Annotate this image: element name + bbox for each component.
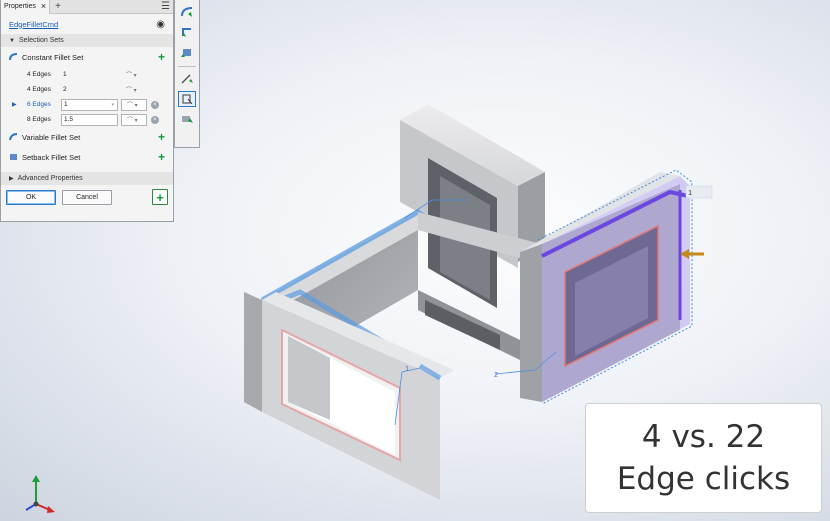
delete-row-icon[interactable]: × [151,115,159,124]
radius-input-value: 1 [64,101,68,108]
radius-input[interactable]: 1.5 [61,113,118,126]
view-triad-icon[interactable] [22,474,62,516]
setback-fillet-set[interactable]: Setback Fillet Set + [1,147,173,167]
front-block-side [244,292,262,412]
select-loop-icon[interactable] [178,91,196,107]
edge-set-row[interactable]: 4 Edges 2 ⌒ ▾ [1,82,173,97]
add-constant-set-button[interactable]: + [158,51,165,63]
setback-fillet-icon [10,154,17,160]
edge-count-label: 8 Edges [27,116,51,123]
advanced-properties-header[interactable]: ▶ Advanced Properties [1,172,173,185]
fillet-edge-icon[interactable] [178,4,196,20]
highlight-frame [542,176,690,402]
caption-line-2: Edge clicks [616,461,791,497]
close-icon[interactable]: × [41,2,46,11]
edge-set-row[interactable]: 4 Edges 1 ⌒ ▾ [1,67,173,82]
set-label: Constant Fillet Set [22,52,84,62]
radius-tag[interactable]: 1 [405,364,409,373]
radius-tag[interactable]: 2 [494,370,498,379]
add-tab-icon[interactable]: + [55,1,61,12]
radius-value[interactable]: 2 [61,84,118,96]
select-feature-icon[interactable] [178,111,196,127]
fillet-shape-dropdown[interactable]: ⌒ ▾ [121,69,147,81]
edge-count-label: 4 Edges [27,86,51,93]
add-setback-set-button[interactable]: + [158,151,165,163]
caption-card: 4 vs. 22 Edge clicks [585,403,822,513]
fillet-shape-dropdown[interactable]: ⌒ ▾ [121,84,147,96]
variable-fillet-icon [9,133,18,141]
command-row: EdgeFilletCmd ◉ [1,14,173,34]
chevron-down-icon[interactable]: ▾ [111,102,114,108]
dialog-buttons: OK Cancel + [1,185,173,209]
radius-value[interactable]: 1 [61,69,118,81]
right-block-front [520,244,542,402]
properties-panel: Properties × + ☰ EdgeFilletCmd ◉ ▼ Selec… [0,0,174,222]
select-edge-icon[interactable] [178,71,196,87]
ok-button[interactable]: OK [6,189,56,205]
command-name-link[interactable]: EdgeFilletCmd [9,20,58,29]
radius-tag[interactable]: 1 [688,188,692,197]
fillet-shape-dropdown[interactable]: ⌒ ▾ [121,113,147,126]
set-label: Setback Fillet Set [22,152,81,162]
fillet-full-round-icon[interactable] [178,44,196,60]
eye-icon[interactable]: ◉ [156,19,165,30]
menu-icon[interactable]: ☰ [161,1,170,12]
selection-sets-header[interactable]: ▼ Selection Sets [1,34,173,47]
set-label: Variable Fillet Set [22,132,81,142]
cancel-button[interactable]: Cancel [62,189,112,205]
toolbar-divider [178,66,196,67]
edge-count-label: 6 Edges [27,101,51,108]
panel-tab-bar: Properties × + ☰ [1,0,173,14]
caption-line-1: 4 vs. 22 [641,419,766,455]
tab-properties[interactable]: Properties × [1,0,51,14]
constant-fillet-set[interactable]: Constant Fillet Set + [1,47,173,67]
edge-set-row[interactable]: 8 Edges 1.5 ⌒ ▾ × [1,112,173,127]
selection-toolbar [174,0,200,148]
edge-count-label: 4 Edges [27,71,51,78]
edge-set-row-active[interactable]: ▶ 6 Edges 1 ▾ ⌒ ▾ × [1,97,173,112]
fillet-face-icon[interactable] [178,24,196,40]
add-variable-set-button[interactable]: + [158,131,165,143]
section-label: Selection Sets [18,37,64,44]
apply-plus-button[interactable]: + [152,189,168,205]
constant-fillet-icon [9,53,18,61]
tab-label: Properties [4,3,36,10]
radius-input[interactable]: 1 ▾ [61,98,118,111]
select-arrow-icon: ▶ [12,102,17,108]
variable-fillet-set[interactable]: Variable Fillet Set + [1,127,173,147]
section-label: Advanced Properties [17,175,83,182]
delete-row-icon[interactable]: × [151,100,159,109]
expand-triangle-icon: ▶ [9,176,14,182]
fillet-shape-dropdown[interactable]: ⌒ ▾ [121,98,147,111]
collapse-triangle-icon: ▼ [9,37,15,44]
